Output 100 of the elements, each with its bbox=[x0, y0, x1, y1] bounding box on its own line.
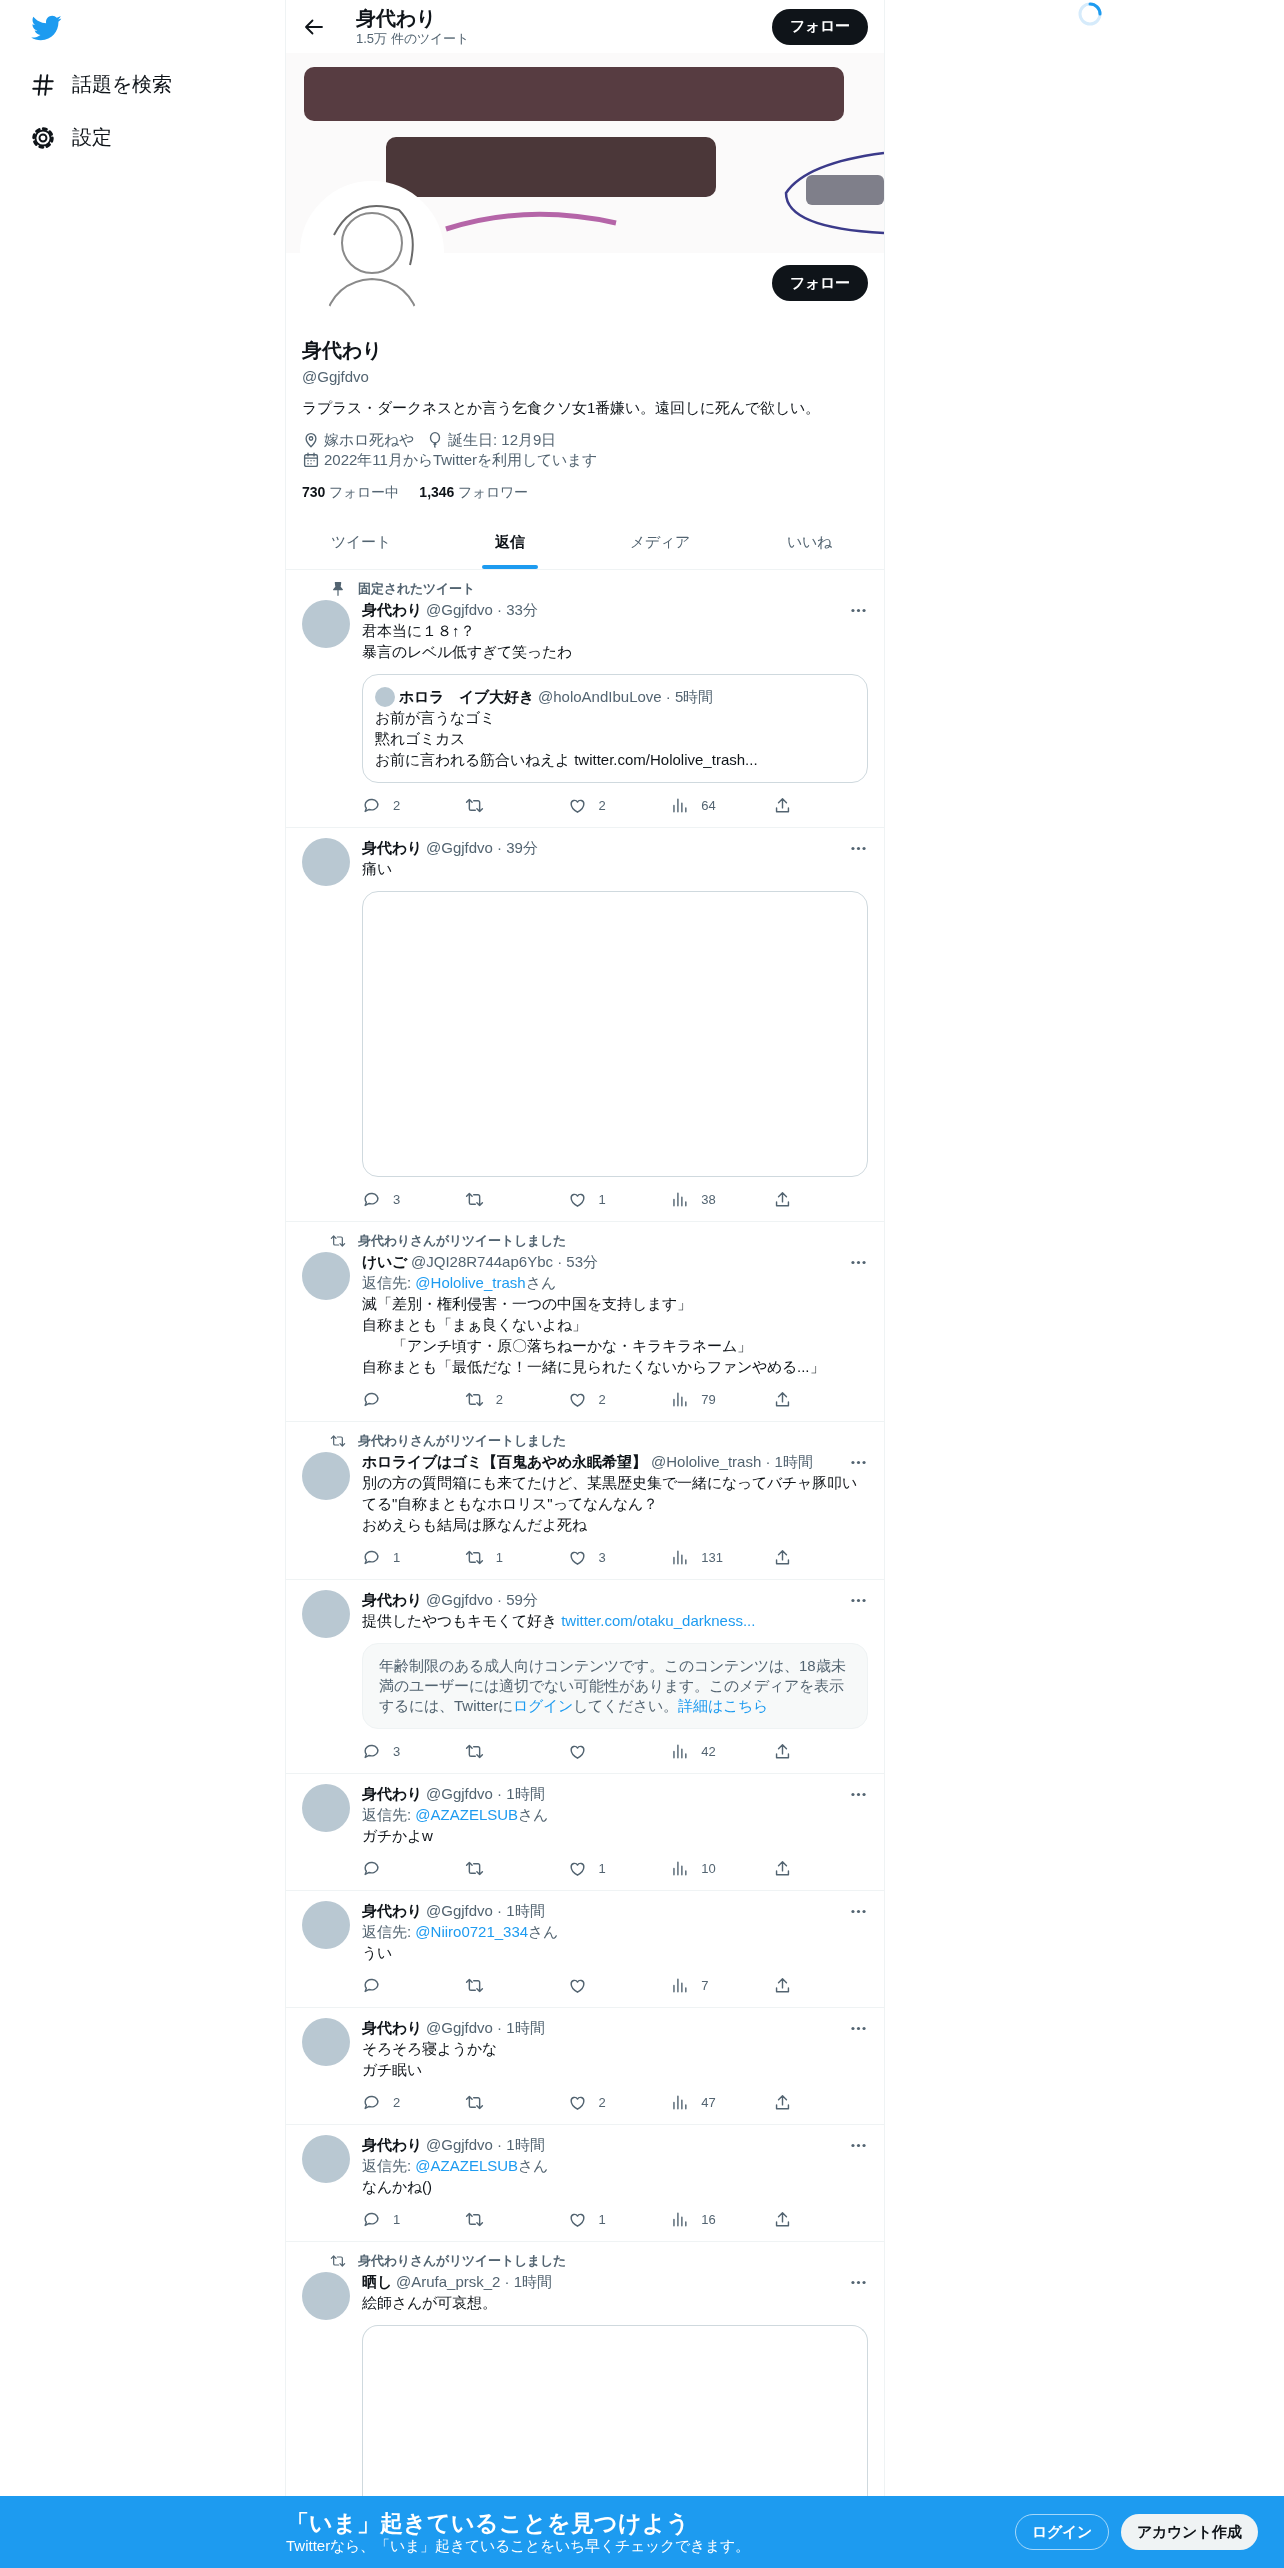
settings-icon bbox=[30, 124, 56, 151]
profile-handle: @Ggjfdvo bbox=[302, 368, 370, 385]
tweet-meta: @holoAndIbuLove · 5時間 bbox=[538, 687, 715, 707]
like-button[interactable]: 1 bbox=[567, 2203, 606, 2235]
nav-item[interactable]: 話題を検索 bbox=[30, 58, 285, 111]
content-warning: 年齢制限のある成人向けコンテンツです。このコンテンツは、18歳未満のユーザーには適切でない可能性があります。このメディアを表示するには、Twitterにログイン してください。詳細はこちら bbox=[362, 1643, 868, 1729]
views-button[interactable]: 79 bbox=[670, 1383, 716, 1415]
reply-button[interactable]: 2 bbox=[362, 2086, 401, 2118]
tweet-author[interactable]: 身代わり bbox=[362, 1901, 422, 1921]
tweet-author[interactable]: けいご bbox=[362, 1252, 407, 1272]
tweet-author[interactable]: 身代わり bbox=[362, 1784, 422, 1804]
tweet-text: 自称まとも「まぁ良くないよね」 bbox=[362, 1315, 588, 1335]
reply-button[interactable]: 3 bbox=[362, 1183, 401, 1215]
profile-bio: ラプラス・ダークネスとか言う乞食クソ女1番嫌い。遠回しに死んで欲しい。 bbox=[302, 399, 822, 418]
tweet-meta: @Ggjfdvo · 39分 bbox=[426, 838, 539, 858]
profile-birthday: 誕生日: 12月9日 bbox=[448, 430, 557, 450]
profile-location: 嫁ホロ死ねや bbox=[324, 430, 414, 450]
reply-context: 返信先: @AZAZELSUBさん bbox=[362, 1805, 550, 1825]
profile-tab[interactable]: いいね bbox=[734, 516, 884, 569]
tweet-author[interactable]: 身代わり bbox=[362, 1590, 422, 1610]
tweet-meta: @Ggjfdvo · 1時間 bbox=[426, 2018, 546, 2038]
like-button[interactable]: 2 bbox=[567, 2086, 606, 2118]
reply-button[interactable]: 1 bbox=[362, 1541, 401, 1573]
hashtag-icon bbox=[30, 71, 56, 98]
following-link[interactable]: 730 フォロー中 bbox=[302, 484, 400, 502]
views-button[interactable]: 7 bbox=[670, 1969, 709, 2001]
views-button[interactable]: 47 bbox=[670, 2086, 716, 2118]
tweet-author[interactable]: ホロライブはゴミ【百鬼あやめ永眠希望】 bbox=[362, 1452, 647, 1472]
tweet-text: 君本当に１８↑？ bbox=[362, 621, 476, 641]
profile-joined: 2022年11月からTwitterを利用しています bbox=[324, 450, 598, 470]
follow-button[interactable]: フォロー bbox=[772, 8, 868, 45]
loading-spinner bbox=[1077, 1, 1103, 27]
tweet-author[interactable]: 身代わり bbox=[362, 600, 422, 620]
quoted-text: お前が言うなゴミ bbox=[375, 708, 496, 728]
tweet-text: 絵師さんが可哀想。 bbox=[362, 2293, 498, 2313]
retweet-icon bbox=[330, 1233, 346, 1249]
views-button[interactable]: 38 bbox=[670, 1183, 716, 1215]
tweet-text: なんかね() bbox=[362, 2177, 433, 2197]
profile-tab[interactable]: ツイート bbox=[286, 516, 436, 569]
tweet-meta: @Ggjfdvo · 1時間 bbox=[426, 1784, 546, 1804]
reply-button[interactable]: 1 bbox=[362, 2203, 401, 2235]
quoted-text: 黙れゴミカス bbox=[375, 729, 466, 749]
views-button[interactable]: 64 bbox=[670, 789, 716, 821]
views-button[interactable]: 16 bbox=[670, 2203, 716, 2235]
like-button[interactable]: 1 bbox=[567, 1183, 606, 1215]
views-button[interactable]: 10 bbox=[670, 1852, 716, 1884]
tweet-meta: @Ggjfdvo · 1時間 bbox=[426, 2135, 546, 2155]
share-icon bbox=[773, 1741, 792, 1761]
profile-tab[interactable]: メディア bbox=[585, 516, 735, 569]
tweet-text: 痛い bbox=[362, 859, 393, 879]
share-icon bbox=[773, 1975, 792, 1995]
quoted-tweet[interactable]: ホロラ イブ大好き @holoAndIbuLove · 5時間 お前が言うなゴミ 黙れゴミカス お前に言われる筋合いねえよ twitter.com/Hololive_trash... bbox=[362, 674, 868, 783]
signup-button[interactable]: アカウント作成 bbox=[1121, 2514, 1258, 2550]
share-icon bbox=[773, 2209, 792, 2229]
tweet-meta: @Hololive_trash · 1時間 bbox=[651, 1452, 814, 1472]
profile-tab[interactable]: 返信 bbox=[435, 516, 585, 569]
share-icon bbox=[773, 1547, 792, 1567]
calendar-icon bbox=[302, 451, 320, 469]
tweet-context: 固定されたツイート bbox=[358, 580, 475, 598]
reply-context: 返信先: @Hololive_trashさん bbox=[362, 1273, 557, 1293]
page-title: 身代わり bbox=[356, 5, 437, 30]
share-icon bbox=[773, 1858, 792, 1878]
tweet-text: 滅「差別・権利侵害・一つの中国を支持します」 bbox=[362, 1294, 693, 1314]
reply-button[interactable]: 3 bbox=[362, 1735, 401, 1767]
tweet-author[interactable]: 身代わり bbox=[362, 2135, 422, 2155]
like-button[interactable]: 3 bbox=[567, 1541, 606, 1573]
tweet-text: ガチ眠い bbox=[362, 2060, 423, 2080]
retweet-button[interactable]: 2 bbox=[464, 1383, 503, 1415]
tweet-text: うい bbox=[362, 1943, 393, 1963]
share-icon bbox=[773, 1389, 792, 1409]
tweet-meta: @Ggjfdvo · 33分 bbox=[426, 600, 539, 620]
like-button[interactable]: 2 bbox=[567, 789, 606, 821]
profile-name: 身代わり bbox=[302, 338, 383, 363]
tweet-text: 提供したやつもキモくて好き twitter.com/otaku_darkness... bbox=[362, 1611, 757, 1631]
share-icon bbox=[773, 795, 792, 815]
tweet-text: 自称まとも「最低だな！一緒に見られたくないからファンやめる...」 bbox=[362, 1357, 826, 1377]
tweet-text: 暴言のレベル低すぎて笑ったわ bbox=[362, 642, 573, 662]
tweet-author[interactable]: 晒し bbox=[362, 2272, 392, 2292]
avatar bbox=[375, 687, 395, 707]
tweet-context: 身代わりさんがリツイートしました bbox=[358, 1432, 566, 1450]
follow-button[interactable]: フォロー bbox=[772, 265, 868, 301]
views-button[interactable]: 42 bbox=[670, 1735, 716, 1767]
tweet-text: ガチかよw bbox=[362, 1826, 434, 1846]
like-button[interactable]: 2 bbox=[567, 1383, 606, 1415]
tweet-author[interactable]: 身代わり bbox=[362, 838, 422, 858]
retweet-icon bbox=[330, 2253, 346, 2269]
like-button[interactable]: 1 bbox=[567, 1852, 606, 1884]
quoted-text: お前に言われる筋合いねえよ twitter.com/Hololive_trash... bbox=[375, 750, 759, 770]
followers-link[interactable]: 1,346 フォロワー bbox=[419, 484, 529, 502]
tweet-text: そろそろ寝ようかな bbox=[362, 2039, 498, 2059]
reply-context: 返信先: @AZAZELSUBさん bbox=[362, 2156, 550, 2176]
reply-button[interactable]: 2 bbox=[362, 789, 401, 821]
tweet-author[interactable]: 身代わり bbox=[362, 2018, 422, 2038]
tweet-meta: @Ggjfdvo · 1時間 bbox=[426, 1901, 546, 1921]
quoted-author: ホロラ イブ大好き bbox=[399, 687, 534, 707]
nav-item[interactable]: 設定 bbox=[30, 111, 285, 164]
tweet-meta: @Ggjfdvo · 59分 bbox=[426, 1590, 539, 1610]
tweet-meta: @Arufa_prsk_2 · 1時間 bbox=[396, 2272, 554, 2292]
views-button[interactable]: 131 bbox=[670, 1541, 723, 1573]
retweet-button[interactable]: 1 bbox=[464, 1541, 503, 1573]
